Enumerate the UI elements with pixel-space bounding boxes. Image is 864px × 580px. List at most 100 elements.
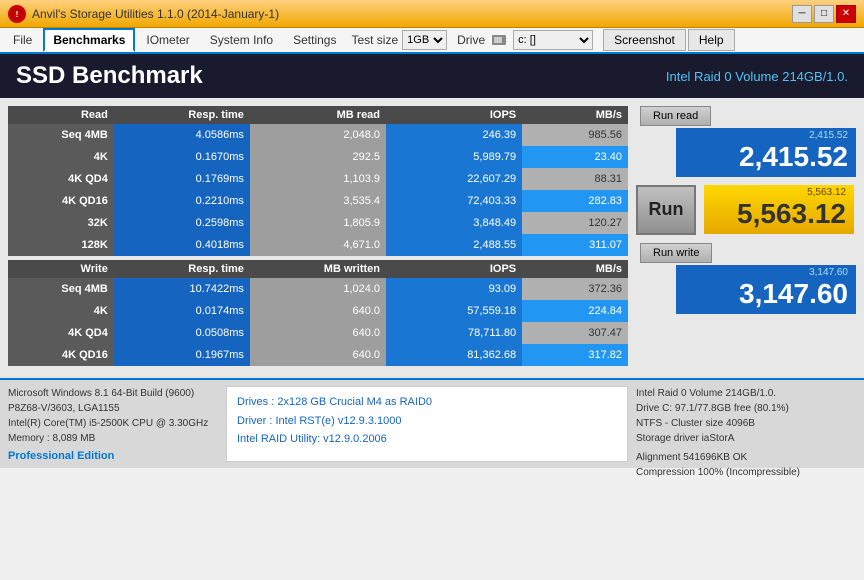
cell-mbs: 985.56 — [522, 124, 628, 146]
run-button[interactable]: Run — [636, 185, 696, 235]
col-write: Write — [8, 260, 114, 278]
info-line4: Storage driver iaStorA — [636, 431, 856, 446]
cell-mb: 3,535.4 — [250, 190, 386, 212]
cell-iops: 57,559.18 — [386, 300, 522, 322]
cell-resp: 0.2210ms — [114, 190, 250, 212]
cell-mb: 640.0 — [250, 344, 386, 366]
drives-line3: Intel RAID Utility: v12.9.0.2006 — [237, 430, 617, 449]
write-table-row: 4K QD4 0.0508ms 640.0 78,711.80 307.47 — [8, 322, 628, 344]
testsize-select[interactable]: 1GB — [402, 30, 447, 50]
row-label: 4K — [8, 146, 114, 168]
row-label: 128K — [8, 234, 114, 256]
col-iops: IOPS — [386, 106, 522, 124]
col-mb-read: MB read — [250, 106, 386, 124]
read-table-row: 32K 0.2598ms 1,805.9 3,848.49 120.27 — [8, 212, 628, 234]
cell-mbs: 317.82 — [522, 344, 628, 366]
col-resp: Resp. time — [114, 106, 250, 124]
cell-iops: 81,362.68 — [386, 344, 522, 366]
row-label: 4K QD4 — [8, 322, 114, 344]
page-title: SSD Benchmark — [16, 62, 203, 90]
read-table-row: 4K 0.1670ms 292.5 5,989.79 23.40 — [8, 146, 628, 168]
write-score-sub: 3,147.60 — [809, 267, 848, 278]
cell-iops: 22,607.29 — [386, 168, 522, 190]
menu-settings[interactable]: Settings — [284, 29, 345, 51]
cell-resp: 0.1670ms — [114, 146, 250, 168]
menu-sysinfo[interactable]: System Info — [201, 29, 282, 51]
minimize-button[interactable]: ─ — [792, 5, 812, 23]
drive-label: Drive — [457, 33, 485, 47]
cell-iops: 2,488.55 — [386, 234, 522, 256]
write-table-row: 4K 0.0174ms 640.0 57,559.18 224.84 — [8, 300, 628, 322]
read-score-box: 2,415.52 2,415.52 — [676, 128, 856, 177]
sys-line2: P8Z68-V/3603, LGA1155 — [8, 401, 218, 416]
drive-icon — [491, 33, 507, 47]
drive-select[interactable]: c: [] — [513, 30, 593, 50]
cell-mb: 640.0 — [250, 322, 386, 344]
drives-info: Drives : 2x128 GB Crucial M4 as RAID0 Dr… — [226, 386, 628, 462]
cell-mb: 4,671.0 — [250, 234, 386, 256]
cell-resp: 0.0174ms — [114, 300, 250, 322]
testsize-label: Test size — [351, 33, 398, 47]
professional-edition: Professional Edition — [8, 448, 218, 465]
col-mb-written: MB written — [250, 260, 386, 278]
menu-file[interactable]: File — [4, 29, 41, 51]
menu-iometer[interactable]: IOmeter — [137, 29, 198, 51]
row-label: 4K QD4 — [8, 168, 114, 190]
intel-info: Intel Raid 0 Volume 214GB/1.0. Drive C: … — [636, 386, 856, 462]
cell-iops: 246.39 — [386, 124, 522, 146]
close-button[interactable]: ✕ — [836, 5, 856, 23]
read-score-section: Run read 2,415.52 2,415.52 — [636, 106, 856, 177]
write-table-row: Seq 4MB 10.7422ms 1,024.0 93.09 372.36 — [8, 278, 628, 300]
titlebar: ! Anvil's Storage Utilities 1.1.0 (2014-… — [0, 0, 864, 28]
bottom-bar: Microsoft Windows 8.1 64-Bit Build (9600… — [0, 378, 864, 468]
run-read-button[interactable]: Run read — [640, 106, 711, 126]
read-table-row: Seq 4MB 4.0586ms 2,048.0 246.39 985.56 — [8, 124, 628, 146]
sys-line4: Memory : 8,089 MB — [8, 431, 218, 446]
menu-benchmarks[interactable]: Benchmarks — [43, 28, 135, 52]
col-read: Read — [8, 106, 114, 124]
run-row: Run 5,563.12 5,563.12 — [636, 185, 856, 235]
read-table: Read Resp. time MB read IOPS MB/s Seq 4M… — [8, 106, 628, 256]
testsize-area: Test size 1GB — [351, 30, 447, 50]
cell-mbs: 120.27 — [522, 212, 628, 234]
cell-iops: 5,989.79 — [386, 146, 522, 168]
screenshot-button[interactable]: Screenshot — [603, 29, 686, 51]
row-label: 4K QD16 — [8, 344, 114, 366]
row-label: 4K — [8, 300, 114, 322]
right-panel: Run read 2,415.52 2,415.52 Run 5,563.12 … — [636, 106, 856, 370]
read-table-row: 4K QD4 0.1769ms 1,103.9 22,607.29 88.31 — [8, 168, 628, 190]
cell-mb: 1,103.9 — [250, 168, 386, 190]
info-line6: Alignment 541696KB OK — [636, 450, 856, 465]
cell-mb: 292.5 — [250, 146, 386, 168]
run-write-button[interactable]: Run write — [640, 243, 712, 263]
table-area: Read Resp. time MB read IOPS MB/s Seq 4M… — [8, 106, 628, 370]
cell-iops: 78,711.80 — [386, 322, 522, 344]
write-score-main: 3,147.60 — [684, 279, 848, 310]
maximize-button[interactable]: □ — [814, 5, 834, 23]
cell-iops: 3,848.49 — [386, 212, 522, 234]
col-resp-w: Resp. time — [114, 260, 250, 278]
col-iops-w: IOPS — [386, 260, 522, 278]
header: SSD Benchmark Intel Raid 0 Volume 214GB/… — [0, 54, 864, 98]
cell-mbs: 307.47 — [522, 322, 628, 344]
help-button[interactable]: Help — [688, 29, 735, 51]
row-label: Seq 4MB — [8, 278, 114, 300]
total-score-main: 5,563.12 — [712, 199, 846, 230]
write-table-row: 4K QD16 0.1967ms 640.0 81,362.68 317.82 — [8, 344, 628, 366]
cell-resp: 0.4018ms — [114, 234, 250, 256]
row-label: Seq 4MB — [8, 124, 114, 146]
drives-line1: Drives : 2x128 GB Crucial M4 as RAID0 — [237, 393, 617, 412]
cell-mbs: 311.07 — [522, 234, 628, 256]
col-mbs: MB/s — [522, 106, 628, 124]
cell-resp: 10.7422ms — [114, 278, 250, 300]
total-score-box: 5,563.12 5,563.12 — [704, 185, 854, 234]
cell-iops: 72,403.33 — [386, 190, 522, 212]
window-title: Anvil's Storage Utilities 1.1.0 (2014-Ja… — [32, 7, 279, 21]
cell-mbs: 372.36 — [522, 278, 628, 300]
cell-mb: 1,024.0 — [250, 278, 386, 300]
write-score-box: 3,147.60 3,147.60 — [676, 265, 856, 314]
sys-line1: Microsoft Windows 8.1 64-Bit Build (9600… — [8, 386, 218, 401]
cell-mb: 640.0 — [250, 300, 386, 322]
main-content: Read Resp. time MB read IOPS MB/s Seq 4M… — [0, 98, 864, 378]
read-table-row: 4K QD16 0.2210ms 3,535.4 72,403.33 282.8… — [8, 190, 628, 212]
